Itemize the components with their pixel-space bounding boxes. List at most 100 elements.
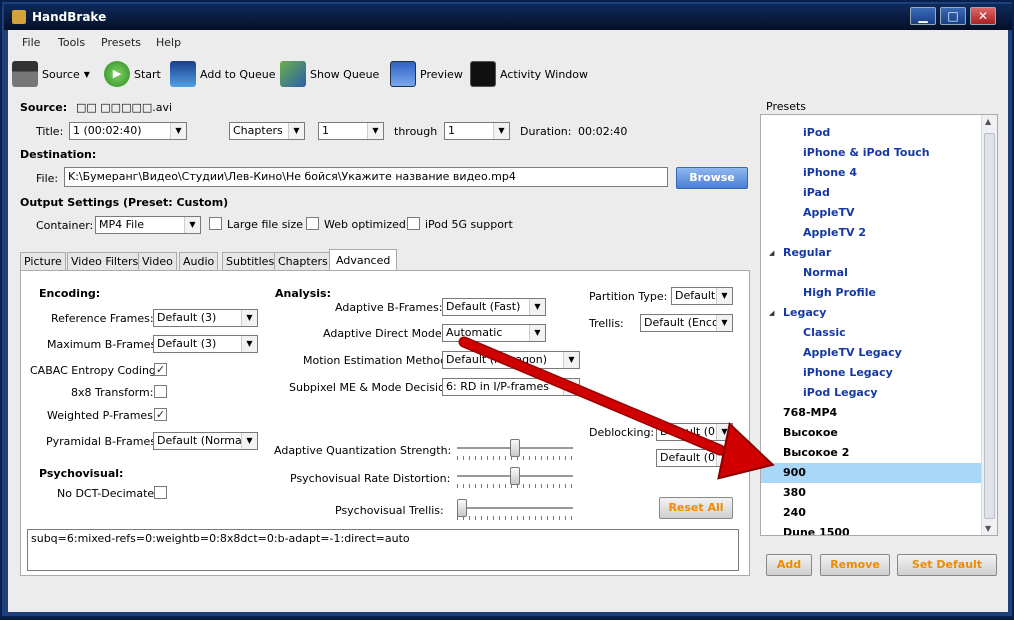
ref-frames-label: Reference Frames: <box>51 312 154 325</box>
title-select-value: 1 (00:02:40) <box>73 124 142 137</box>
large-file-checkbox[interactable] <box>209 217 222 230</box>
motion-select[interactable]: Default (Hexagon) ▼ <box>442 351 580 369</box>
title-select[interactable]: 1 (00:02:40) ▼ <box>69 122 187 140</box>
direct-mode-select[interactable]: Automatic ▼ <box>442 324 546 342</box>
chapter-end-select[interactable]: 1 ▼ <box>444 122 510 140</box>
add-preset-button[interactable]: Add <box>766 554 812 576</box>
expand-toggle-icon[interactable]: ◢ <box>769 303 774 323</box>
range-mode-select[interactable]: Chapters ▼ <box>229 122 305 140</box>
preset-item[interactable]: ◢ Regular <box>761 243 981 263</box>
show-queue-button[interactable]: Show Queue <box>280 60 379 88</box>
tab-subtitles[interactable]: Subtitles <box>222 252 279 270</box>
subpixel-select[interactable]: 6: RD in I/P-frames ▼ <box>442 378 580 396</box>
web-optimized-checkbox[interactable] <box>306 217 319 230</box>
scroll-up-icon[interactable]: ▲ <box>985 117 991 126</box>
expand-toggle-icon[interactable]: ◢ <box>769 243 774 263</box>
weighted-checkbox[interactable]: ✓ <box>154 408 167 421</box>
psy-rd-slider[interactable] <box>457 467 573 489</box>
maximize-button[interactable]: □ <box>940 7 966 25</box>
minimize-button[interactable]: ▁ <box>910 7 936 25</box>
preset-item[interactable]: 240 <box>761 503 981 523</box>
max-bframes-label: Maximum B-Frames: <box>47 338 160 351</box>
menu-tools[interactable]: Tools <box>58 36 85 49</box>
ipod-5g-checkbox[interactable] <box>407 217 420 230</box>
chevron-down-icon: ▼ <box>529 325 545 341</box>
max-bframes-select[interactable]: Default (3) ▼ <box>153 335 258 353</box>
preset-item[interactable]: iPhone & iPod Touch <box>761 143 981 163</box>
preset-item[interactable]: AppleTV <box>761 203 981 223</box>
preset-item[interactable]: Высокое <box>761 423 981 443</box>
preset-item[interactable]: Classic <box>761 323 981 343</box>
add-to-queue-button[interactable]: Add to Queue <box>170 60 275 88</box>
reset-all-button[interactable]: Reset All <box>659 497 733 519</box>
chapter-start-select[interactable]: 1 ▼ <box>318 122 384 140</box>
pyramidal-select[interactable]: Default (Normal) ▼ <box>153 432 258 450</box>
container-select[interactable]: MP4 File ▼ <box>95 216 201 234</box>
browse-button[interactable]: Browse <box>676 167 748 189</box>
ref-frames-select[interactable]: Default (3) ▼ <box>153 309 258 327</box>
preset-item[interactable]: Dune 1500 <box>761 523 981 536</box>
psychovisual-heading: Psychovisual: <box>39 467 124 480</box>
preset-label: High Profile <box>803 286 876 299</box>
aq-strength-slider[interactable] <box>457 439 573 461</box>
scroll-down-icon[interactable]: ▼ <box>985 524 991 533</box>
slider-thumb[interactable] <box>510 439 520 457</box>
preset-item[interactable]: Высокое 2 <box>761 443 981 463</box>
slider-thumb[interactable] <box>457 499 467 517</box>
preset-label: Dune 1500 <box>783 526 850 536</box>
destination-file-input[interactable]: K:\Бумеранг\Видео\Студии\Лев-Кино\Не бой… <box>64 167 668 187</box>
preset-label: 768-MP4 <box>783 406 838 419</box>
presets-scrollbar[interactable]: ▲ ▼ <box>981 115 997 535</box>
transform-checkbox[interactable] <box>154 385 167 398</box>
close-button[interactable]: ✕ <box>970 7 996 25</box>
menu-file[interactable]: File <box>22 36 40 49</box>
preset-item[interactable]: iPad <box>761 183 981 203</box>
tab-video[interactable]: Video <box>138 252 177 270</box>
partition-select[interactable]: Default (▼ <box>671 287 733 305</box>
deblocking-strength-select[interactable]: Default (0) ▼ <box>656 423 733 441</box>
psy-trellis-slider[interactable] <box>457 499 573 521</box>
ipod-5g-label: iPod 5G support <box>425 218 513 231</box>
window-title: HandBrake <box>32 10 107 24</box>
set-default-button[interactable]: Set Default <box>897 554 997 576</box>
preset-item[interactable]: iPod Legacy <box>761 383 981 403</box>
adaptive-b-select[interactable]: Default (Fast) ▼ <box>442 298 546 316</box>
preset-label: Normal <box>803 266 848 279</box>
preset-item[interactable]: Normal <box>761 263 981 283</box>
preset-item[interactable]: 900 <box>761 463 981 483</box>
start-button[interactable]: ▶ Start <box>104 60 161 88</box>
preset-item[interactable]: AppleTV 2 <box>761 223 981 243</box>
remove-preset-button[interactable]: Remove <box>820 554 890 576</box>
preset-item[interactable]: iPhone Legacy <box>761 363 981 383</box>
tab-audio[interactable]: Audio <box>179 252 219 270</box>
psy-trellis-label: Psychovisual Trellis: <box>335 504 444 517</box>
source-button[interactable]: Source ▼ <box>12 60 90 88</box>
preset-label: iPad <box>803 186 830 199</box>
activity-window-button[interactable]: Activity Window <box>470 60 588 88</box>
preset-item[interactable]: 380 <box>761 483 981 503</box>
preset-label: 240 <box>783 506 806 519</box>
chapter-start-value: 1 <box>322 124 329 137</box>
preview-button[interactable]: Preview <box>390 60 463 88</box>
preset-item[interactable]: AppleTV Legacy <box>761 343 981 363</box>
tab-video-filters[interactable]: Video Filters <box>67 252 143 270</box>
trellis-select[interactable]: Default (Encod ▼ <box>640 314 733 332</box>
menu-help[interactable]: Help <box>156 36 181 49</box>
preset-item[interactable]: iPod <box>761 123 981 143</box>
options-string-input[interactable]: subq=6:mixed-refs=0:weightb=0:8x8dct=0:b… <box>27 529 739 571</box>
preset-item[interactable]: iPhone 4 <box>761 163 981 183</box>
preset-item[interactable]: High Profile <box>761 283 981 303</box>
tab-chapters[interactable]: Chapters <box>274 252 332 270</box>
cabac-checkbox[interactable]: ✓ <box>154 363 167 376</box>
nodct-checkbox[interactable] <box>154 486 167 499</box>
handbrake-icon <box>12 10 26 24</box>
deblocking-threshold-select[interactable]: Default (0) ▼ <box>656 449 733 467</box>
scrollbar-thumb[interactable] <box>984 133 995 519</box>
menu-presets[interactable]: Presets <box>101 36 141 49</box>
preset-item[interactable]: 768-MP4 <box>761 403 981 423</box>
tab-advanced[interactable]: Advanced <box>329 249 398 271</box>
slider-thumb[interactable] <box>510 467 520 485</box>
tab-picture[interactable]: Picture <box>20 252 66 270</box>
deblocking-threshold-value: Default (0) <box>660 451 720 464</box>
preset-item[interactable]: ◢ Legacy <box>761 303 981 323</box>
